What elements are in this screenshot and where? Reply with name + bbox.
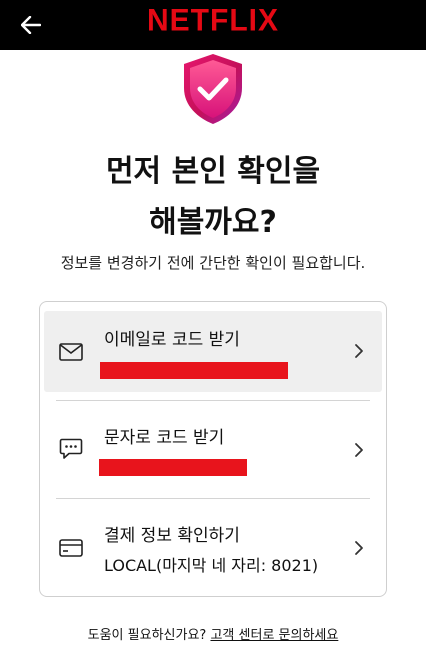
option-sms-code[interactable]: 문자로 코드 받기 <box>44 408 382 494</box>
option-sms-label: 문자로 코드 받기 <box>104 428 225 448</box>
page-subtitle: 정보를 변경하기 전에 간단한 확인이 필요합니다. <box>60 254 366 272</box>
option-email-code[interactable]: 이메일로 코드 받기 <box>44 311 382 392</box>
help-text: 도움이 필요하신가요? <box>87 628 207 643</box>
divider <box>56 498 370 499</box>
credit-card-icon <box>58 537 84 559</box>
help-footer: 도움이 필요하신가요? 고객 센터로 문의하세요 <box>0 624 426 643</box>
redacted-email <box>100 362 288 379</box>
top-bar: NETFLIX <box>0 0 426 50</box>
customer-center-link[interactable]: 고객 센터로 문의하세요 <box>210 628 338 643</box>
title-line-2: 해볼까요? <box>149 205 277 240</box>
logo-text: NETFLIX <box>147 3 279 38</box>
option-payment-label: 결제 정보 확인하기 <box>104 526 240 546</box>
chevron-right-icon <box>352 540 366 556</box>
verification-options-card: 이메일로 코드 받기 문자로 코드 받기 결제 정보 확인하기 LOCAL(마지… <box>39 301 387 597</box>
title-line-1: 먼저 본인 확인을 <box>105 154 321 189</box>
redacted-phone <box>99 459 247 476</box>
chevron-right-icon <box>352 442 366 458</box>
shield-check-icon <box>184 54 242 124</box>
option-email-label: 이메일로 코드 받기 <box>104 330 240 350</box>
option-payment-info[interactable]: 결제 정보 확인하기 LOCAL(마지막 네 자리: 8021) <box>44 506 382 590</box>
mail-icon <box>58 341 84 363</box>
netflix-logo: NETFLIX <box>0 3 426 38</box>
sms-icon <box>58 438 84 460</box>
divider <box>56 400 370 401</box>
option-payment-detail: LOCAL(마지막 네 자리: 8021) <box>104 556 319 575</box>
chevron-right-icon <box>352 343 366 359</box>
page-title: 먼저 본인 확인을 해볼까요? <box>0 146 426 248</box>
